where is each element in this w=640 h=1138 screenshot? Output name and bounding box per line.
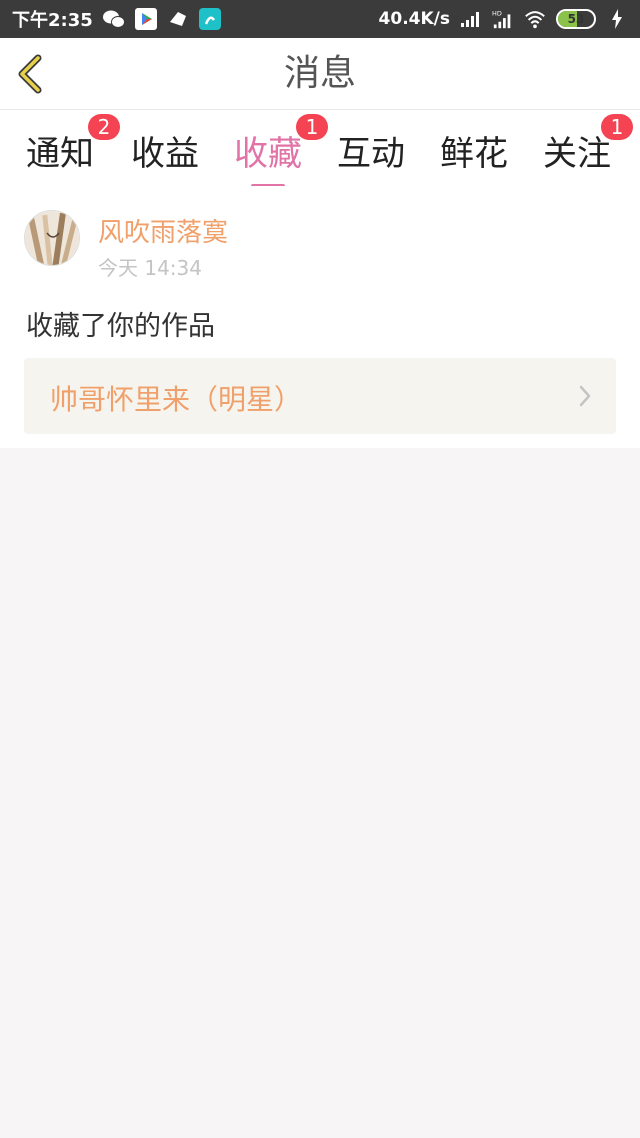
battery-level: 53 bbox=[567, 12, 585, 26]
message-card: 风吹雨落寞 今天 14:34 收藏了你的作品 帅哥怀里来（明星） bbox=[0, 186, 640, 448]
hd-signal-icon: HD bbox=[492, 8, 514, 30]
tab-label: 互动 bbox=[337, 134, 405, 174]
tab-badge: 1 bbox=[296, 114, 328, 140]
tab-label: 通知 bbox=[26, 134, 94, 174]
tab-interactions[interactable]: 互动 bbox=[337, 126, 405, 182]
status-time: 下午2:35 bbox=[12, 10, 93, 31]
page-title: 消息 bbox=[283, 53, 356, 94]
header: 消息 bbox=[0, 38, 640, 110]
tab-flowers[interactable]: 鲜花 bbox=[440, 126, 508, 182]
tab-earnings[interactable]: 收益 bbox=[131, 126, 199, 182]
work-title: 帅哥怀里来（明星） bbox=[50, 383, 303, 416]
tab-badge: 2 bbox=[88, 114, 120, 140]
message-action-text: 收藏了你的作品 bbox=[26, 311, 215, 342]
avatar[interactable] bbox=[24, 210, 80, 266]
tab-label: 收藏 bbox=[234, 134, 302, 174]
tab-notifications[interactable]: 通知 2 bbox=[26, 114, 120, 182]
tab-favorites[interactable]: 收藏 1 bbox=[234, 114, 328, 188]
signal-icon bbox=[460, 8, 482, 30]
status-right: 40.4K/s HD 53 bbox=[379, 8, 628, 30]
status-bar: 下午2:35 40.4K/s HD 53 bbox=[0, 0, 640, 38]
wechat-icon bbox=[102, 8, 125, 30]
net-speed: 40.4K/s bbox=[378, 9, 450, 29]
tab-label: 关注 bbox=[543, 134, 611, 174]
charging-icon bbox=[606, 8, 628, 30]
app-icon bbox=[167, 8, 189, 30]
wifi-icon bbox=[524, 8, 546, 30]
favorited-work-link[interactable]: 帅哥怀里来（明星） bbox=[24, 358, 616, 434]
play-store-icon bbox=[134, 8, 157, 30]
tab-bar: 通知 2 收益 收藏 1 互动 鲜花 关注 1 bbox=[0, 110, 640, 188]
tab-follows[interactable]: 关注 1 bbox=[543, 114, 633, 182]
tab-badge: 1 bbox=[601, 114, 633, 140]
username[interactable]: 风吹雨落寞 bbox=[98, 212, 228, 249]
svg-text:HD: HD bbox=[492, 9, 502, 17]
chevron-right-icon bbox=[579, 385, 591, 407]
status-left: 下午2:35 bbox=[12, 6, 221, 32]
tab-label: 鲜花 bbox=[440, 134, 508, 174]
app-icon-2 bbox=[198, 8, 221, 30]
battery-icon: 53 bbox=[556, 9, 596, 29]
tab-label: 收益 bbox=[131, 134, 199, 174]
message-time: 今天 14:34 bbox=[98, 256, 202, 280]
